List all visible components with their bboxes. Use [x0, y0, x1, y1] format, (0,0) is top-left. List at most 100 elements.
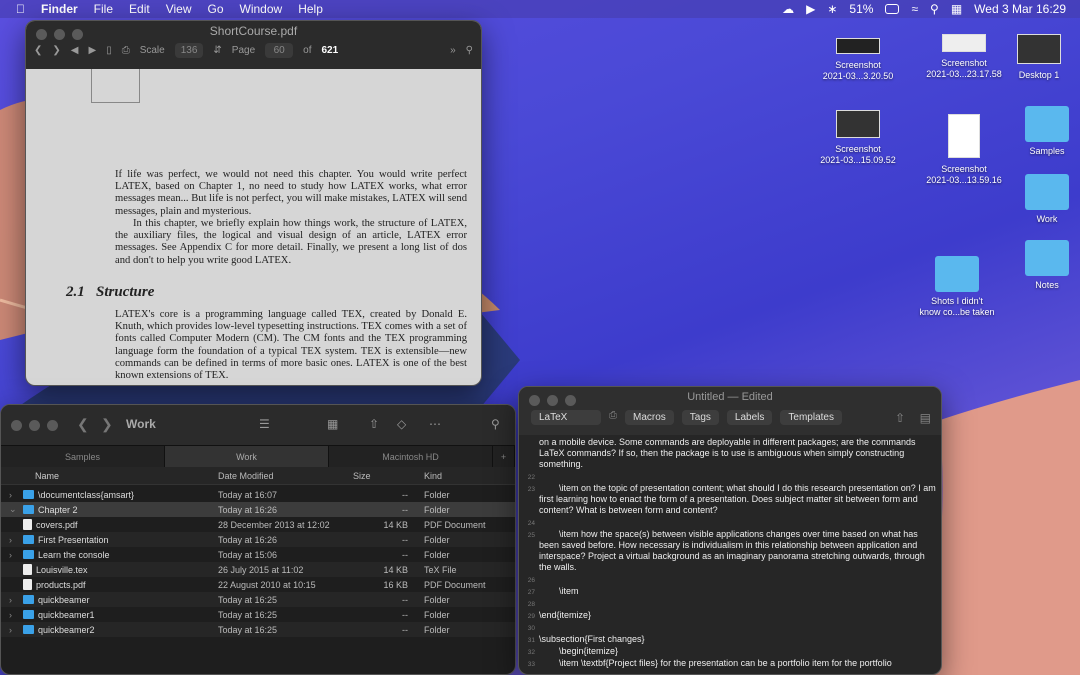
page-view-icon[interactable]: ▯ [106, 45, 112, 56]
macros-button[interactable]: Macros [625, 410, 674, 425]
forward-icon[interactable]: ❯ [52, 45, 60, 56]
action-icon[interactable]: ⋯ [429, 417, 441, 431]
desktop-folder-notes[interactable]: Notes [1018, 240, 1076, 291]
desktop-folder-shots[interactable]: Shots I didn't know co...be taken [910, 256, 1004, 318]
labels-button[interactable]: Labels [726, 410, 773, 425]
desktop-icon-screenshot[interactable]: Screenshot 2021-03...3.20.50 [818, 38, 898, 82]
pdf-page: If life was perfect, we would not need t… [26, 69, 481, 385]
file-kind: Folder [424, 504, 450, 515]
disclosure-icon[interactable]: › [9, 550, 19, 560]
desktop-folder-work[interactable]: Work [1018, 174, 1076, 225]
line-number: 25 [527, 532, 535, 539]
menu-help[interactable]: Help [298, 2, 323, 16]
list-view-icon[interactable]: ☰ [259, 417, 270, 431]
file-row[interactable]: Louisville.tex 26 July 2015 at 11:02 14 KB… [1, 562, 515, 577]
menu-app-name[interactable]: Finder [41, 2, 78, 16]
file-row[interactable]: › quickbeamer Today at 16:25 -- Folder [1, 592, 515, 607]
col-kind[interactable]: Kind [418, 471, 442, 481]
file-row[interactable]: › First Presentation Today at 16:26 -- Folde… [1, 532, 515, 547]
play-icon[interactable]: ▶ [806, 2, 815, 16]
apple-icon[interactable]:  [16, 2, 25, 16]
battery-icon[interactable] [885, 4, 900, 14]
share-icon[interactable]: ⇧ [369, 417, 379, 431]
thumbnail-image [948, 114, 980, 158]
desktop-icon-screenshot[interactable]: Screenshot 2021-03...13.59.16 [920, 114, 1008, 186]
bluetooth-icon[interactable]: ∗ [827, 2, 837, 16]
scale-field[interactable]: 136 [174, 43, 204, 58]
file-size: -- [402, 609, 408, 620]
thumbnail-image [942, 34, 986, 52]
tab-macintosh-hd[interactable]: Macintosh HD [329, 446, 493, 467]
line-number: 24 [527, 520, 535, 527]
desktop-icon-desktop-1[interactable]: Desktop 1 [1010, 34, 1068, 81]
file-size: -- [402, 549, 408, 560]
disclosure-icon[interactable]: ⌄ [9, 504, 19, 515]
total-pages: 621 [321, 45, 339, 56]
battery-percent[interactable]: 51% [849, 2, 873, 16]
clock[interactable]: Wed 3 Mar 16:29 [974, 2, 1066, 16]
share-icon[interactable]: ⇧ [895, 411, 905, 425]
disclosure-icon[interactable]: › [9, 595, 19, 605]
back-icon[interactable]: ❮ [34, 45, 42, 56]
menu-go[interactable]: Go [208, 2, 224, 16]
file-row[interactable]: › Learn the console Today at 15:06 -- Folder [1, 547, 515, 562]
close-button[interactable] [11, 420, 22, 431]
prev-page-icon[interactable]: ◀ [71, 45, 79, 56]
mode-select[interactable]: LaTeX [531, 410, 601, 425]
next-page-icon[interactable]: ▶ [88, 45, 96, 56]
icon-label: Desktop 1 [1018, 70, 1060, 80]
split-view-icon[interactable]: ▤ [920, 411, 931, 425]
file-date: Today at 16:25 [218, 609, 278, 620]
control-center-icon[interactable]: ▦ [951, 2, 962, 16]
file-row[interactable]: › \documentclass{amsart} Today at 16:07 -- F… [1, 487, 515, 502]
add-tab-button[interactable]: + [493, 446, 515, 467]
disclosure-icon[interactable]: › [9, 490, 19, 500]
menu-edit[interactable]: Edit [129, 2, 150, 16]
pdf-toolbar: ShortCourse.pdf ❮ ❯ ◀ ▶ ▯ ⎙ Scale 136 ⇵ … [26, 21, 481, 69]
code-line: \item on the topic of presentation conte… [539, 483, 939, 515]
search-icon[interactable]: ⚲ [930, 2, 939, 16]
icon-label: Screenshot [835, 144, 881, 154]
col-date[interactable]: Date Modified [213, 471, 343, 481]
group-icon[interactable]: ▦ [327, 417, 338, 431]
tags-button[interactable]: Tags [681, 410, 719, 425]
col-name[interactable]: Name [1, 471, 213, 481]
search-icon[interactable]: ⚲ [466, 45, 473, 56]
file-row[interactable]: ⌄ Chapter 2 Today at 16:26 -- Folder [1, 502, 515, 517]
page-field[interactable]: 60 [265, 43, 294, 58]
menu-file[interactable]: File [94, 2, 113, 16]
cloud-icon[interactable]: ☁ [782, 2, 794, 16]
wifi-icon[interactable]: ≈ [911, 2, 918, 16]
file-kind: Folder [424, 489, 450, 500]
print-icon[interactable]: ⎙ [122, 45, 130, 56]
menu-window[interactable]: Window [240, 2, 283, 16]
tab-work[interactable]: Work [165, 446, 329, 467]
code-editor[interactable]: on a mobile device. Some commands are de… [519, 435, 941, 674]
file-name-text: quickbeamer [38, 594, 90, 605]
file-date: Today at 16:26 [218, 534, 278, 545]
search-icon[interactable]: ⚲ [491, 417, 500, 431]
desktop-icon-screenshot[interactable]: Screenshot 2021-03...15.09.52 [818, 110, 898, 166]
desktop-icon-screenshot[interactable]: Screenshot 2021-03...23.17.58 [920, 34, 1008, 80]
file-row[interactable]: products.pdf 22 August 2010 at 10:15 16 KB… [1, 577, 515, 592]
expand-icon[interactable]: » [450, 45, 456, 56]
tag-icon[interactable]: ◇ [397, 417, 406, 431]
minimize-button[interactable] [29, 420, 40, 431]
file-row[interactable]: covers.pdf 28 December 2013 at 12:02 14 KB… [1, 517, 515, 532]
forward-icon[interactable]: ❯ [101, 416, 113, 433]
file-row[interactable]: › quickbeamer1 Today at 16:25 -- Folder [1, 607, 515, 622]
zoom-button[interactable] [47, 420, 58, 431]
stepper-icon[interactable]: ⇵ [213, 45, 221, 56]
disclosure-icon[interactable]: › [9, 610, 19, 620]
code-line: \item how the space(s) between visible a… [539, 529, 928, 572]
file-row[interactable]: › quickbeamer2 Today at 16:25 -- Folder [1, 622, 515, 637]
templates-button[interactable]: Templates [780, 410, 842, 425]
menu-view[interactable]: View [166, 2, 192, 16]
back-icon[interactable]: ❮ [77, 416, 89, 433]
desktop-folder-samples[interactable]: Samples [1018, 106, 1076, 157]
tab-samples[interactable]: Samples [1, 446, 165, 467]
disclosure-icon[interactable]: › [9, 625, 19, 635]
col-size[interactable]: Size [343, 471, 418, 481]
disclosure-icon[interactable]: › [9, 535, 19, 545]
print-icon[interactable]: ⎙ [609, 410, 617, 425]
